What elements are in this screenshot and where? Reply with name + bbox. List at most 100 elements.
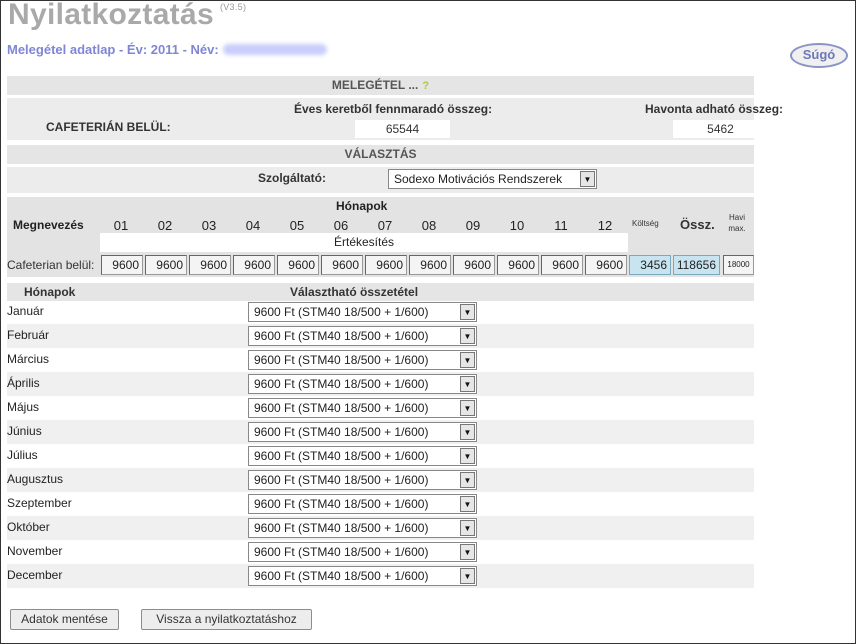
value-cell-11[interactable]: 9600 <box>541 255 583 275</box>
section-melegetel-header: MELEGÉTEL ...? <box>7 76 754 95</box>
table-row: Augusztus 9600 Ft (STM40 18/500 + 1/600) ▼ <box>7 468 754 492</box>
table-row: Október 9600 Ft (STM40 18/500 + 1/600) ▼ <box>7 516 754 540</box>
koltseg-label: Költség <box>632 219 659 228</box>
option-select[interactable]: 9600 Ft (STM40 18/500 + 1/600) ▼ <box>248 518 477 538</box>
value-cell-09[interactable]: 9600 <box>453 255 495 275</box>
chevron-down-icon[interactable]: ▼ <box>460 376 475 392</box>
month-name: December <box>7 568 63 582</box>
havi-max-label: Havi max. <box>728 213 746 233</box>
month-name: November <box>7 544 63 558</box>
grid-megnevezes-label: Megnevezés <box>13 218 84 232</box>
chevron-down-icon[interactable]: ▼ <box>460 448 475 464</box>
value-cell-05[interactable]: 9600 <box>277 255 319 275</box>
value-cell-06[interactable]: 9600 <box>321 255 363 275</box>
subtitle: Melegétel adatlap - Év: 2011 - Név: <box>7 42 327 57</box>
value-cell-07[interactable]: 9600 <box>365 255 407 275</box>
option-select[interactable]: 9600 Ft (STM40 18/500 + 1/600) ▼ <box>248 470 477 490</box>
back-button[interactable]: Vissza a nyilatkoztatáshoz <box>141 609 312 630</box>
table-row: December 9600 Ft (STM40 18/500 + 1/600) ▼ <box>7 564 754 588</box>
month-name: Május <box>7 400 40 414</box>
month-name: Július <box>7 448 38 462</box>
ertekesites-label: Értékesítés <box>100 233 628 252</box>
help-button[interactable]: Súgó <box>790 43 848 68</box>
page-title: Nyilatkoztatás (V3.5) <box>8 0 247 31</box>
col-month-label: Hónapok <box>24 285 76 299</box>
month-num-11: 11 <box>554 218 568 233</box>
koltseg-value: 3456 <box>629 255 671 275</box>
month-num-12: 12 <box>597 218 613 233</box>
option-select[interactable]: 9600 Ft (STM40 18/500 + 1/600) ▼ <box>248 398 477 418</box>
chevron-down-icon[interactable]: ▼ <box>460 400 475 416</box>
month-name: Április <box>7 376 40 390</box>
table-row: November 9600 Ft (STM40 18/500 + 1/600) ▼ <box>7 540 754 564</box>
table-row: Március 9600 Ft (STM40 18/500 + 1/600) ▼ <box>7 348 754 372</box>
month-num-06: 06 <box>333 218 349 233</box>
option-select-value: 9600 Ft (STM40 18/500 + 1/600) <box>254 305 429 319</box>
chevron-down-icon[interactable]: ▼ <box>460 424 475 440</box>
option-select-value: 9600 Ft (STM40 18/500 + 1/600) <box>254 497 429 511</box>
chevron-down-icon[interactable]: ▼ <box>460 496 475 512</box>
chevron-down-icon[interactable]: ▼ <box>460 304 475 320</box>
table-row: Július 9600 Ft (STM40 18/500 + 1/600) ▼ <box>7 444 754 468</box>
chevron-down-icon[interactable]: ▼ <box>460 520 475 536</box>
chevron-down-icon[interactable]: ▼ <box>460 352 475 368</box>
month-num-03: 03 <box>201 218 217 233</box>
option-select-value: 9600 Ft (STM40 18/500 + 1/600) <box>254 377 429 391</box>
month-name: Június <box>7 424 42 438</box>
option-select[interactable]: 9600 Ft (STM40 18/500 + 1/600) ▼ <box>248 542 477 562</box>
month-num-07: 07 <box>377 218 393 233</box>
option-select-value: 9600 Ft (STM40 18/500 + 1/600) <box>254 569 429 583</box>
monthly-value: 5462 <box>673 120 768 138</box>
option-select-value: 9600 Ft (STM40 18/500 + 1/600) <box>254 353 429 367</box>
provider-select[interactable]: Sodexo Motivációs Rendszerek ▼ <box>388 169 597 189</box>
month-name: Január <box>7 304 44 318</box>
month-num-05: 05 <box>289 218 305 233</box>
table-row: Június 9600 Ft (STM40 18/500 + 1/600) ▼ <box>7 420 754 444</box>
option-select-value: 9600 Ft (STM40 18/500 + 1/600) <box>254 449 429 463</box>
option-select-value: 9600 Ft (STM40 18/500 + 1/600) <box>254 545 429 559</box>
option-select[interactable]: 9600 Ft (STM40 18/500 + 1/600) ▼ <box>248 326 477 346</box>
option-select[interactable]: 9600 Ft (STM40 18/500 + 1/600) ▼ <box>248 374 477 394</box>
chevron-down-icon[interactable]: ▼ <box>460 568 475 584</box>
option-select-value: 9600 Ft (STM40 18/500 + 1/600) <box>254 521 429 535</box>
value-cell-10[interactable]: 9600 <box>497 255 539 275</box>
value-cell-12[interactable]: 9600 <box>585 255 627 275</box>
remaining-value: 65544 <box>355 120 450 138</box>
value-cell-04[interactable]: 9600 <box>233 255 275 275</box>
value-cell-01[interactable]: 9600 <box>101 255 143 275</box>
version-label: (V3.5) <box>219 2 247 12</box>
month-num-02: 02 <box>157 218 173 233</box>
option-select-value: 9600 Ft (STM40 18/500 + 1/600) <box>254 473 429 487</box>
value-cell-08[interactable]: 9600 <box>409 255 451 275</box>
table-row: Január 9600 Ft (STM40 18/500 + 1/600) ▼ <box>7 300 754 324</box>
month-num-04: 04 <box>245 218 261 233</box>
option-select[interactable]: 9600 Ft (STM40 18/500 + 1/600) ▼ <box>248 302 477 322</box>
table-row: Május 9600 Ft (STM40 18/500 + 1/600) ▼ <box>7 396 754 420</box>
question-icon[interactable]: ? <box>422 80 429 92</box>
col-option-label: Választható összetétel <box>290 285 419 299</box>
ossz-label: Össz. <box>680 217 715 232</box>
month-name: Október <box>7 520 50 534</box>
option-select[interactable]: 9600 Ft (STM40 18/500 + 1/600) ▼ <box>248 350 477 370</box>
chevron-down-icon[interactable]: ▼ <box>580 171 595 187</box>
option-select-value: 9600 Ft (STM40 18/500 + 1/600) <box>254 329 429 343</box>
month-num-10: 10 <box>509 218 525 233</box>
value-cell-03[interactable]: 9600 <box>189 255 231 275</box>
month-num-08: 08 <box>421 218 437 233</box>
month-name: Február <box>7 328 50 342</box>
chevron-down-icon[interactable]: ▼ <box>460 544 475 560</box>
value-cell-02[interactable]: 9600 <box>145 255 187 275</box>
month-name: Szeptember <box>7 496 72 510</box>
option-select[interactable]: 9600 Ft (STM40 18/500 + 1/600) ▼ <box>248 446 477 466</box>
option-select[interactable]: 9600 Ft (STM40 18/500 + 1/600) ▼ <box>248 494 477 514</box>
month-name: Március <box>7 352 50 366</box>
month-num-09: 09 <box>465 218 481 233</box>
monthly-label: Havonta adható összeg: <box>645 102 784 116</box>
chevron-down-icon[interactable]: ▼ <box>460 328 475 344</box>
provider-label: Szolgáltató: <box>258 171 326 185</box>
save-button[interactable]: Adatok mentése <box>10 609 119 630</box>
option-select[interactable]: 9600 Ft (STM40 18/500 + 1/600) ▼ <box>248 422 477 442</box>
option-select-value: 9600 Ft (STM40 18/500 + 1/600) <box>254 401 429 415</box>
option-select[interactable]: 9600 Ft (STM40 18/500 + 1/600) ▼ <box>248 566 477 586</box>
chevron-down-icon[interactable]: ▼ <box>460 472 475 488</box>
